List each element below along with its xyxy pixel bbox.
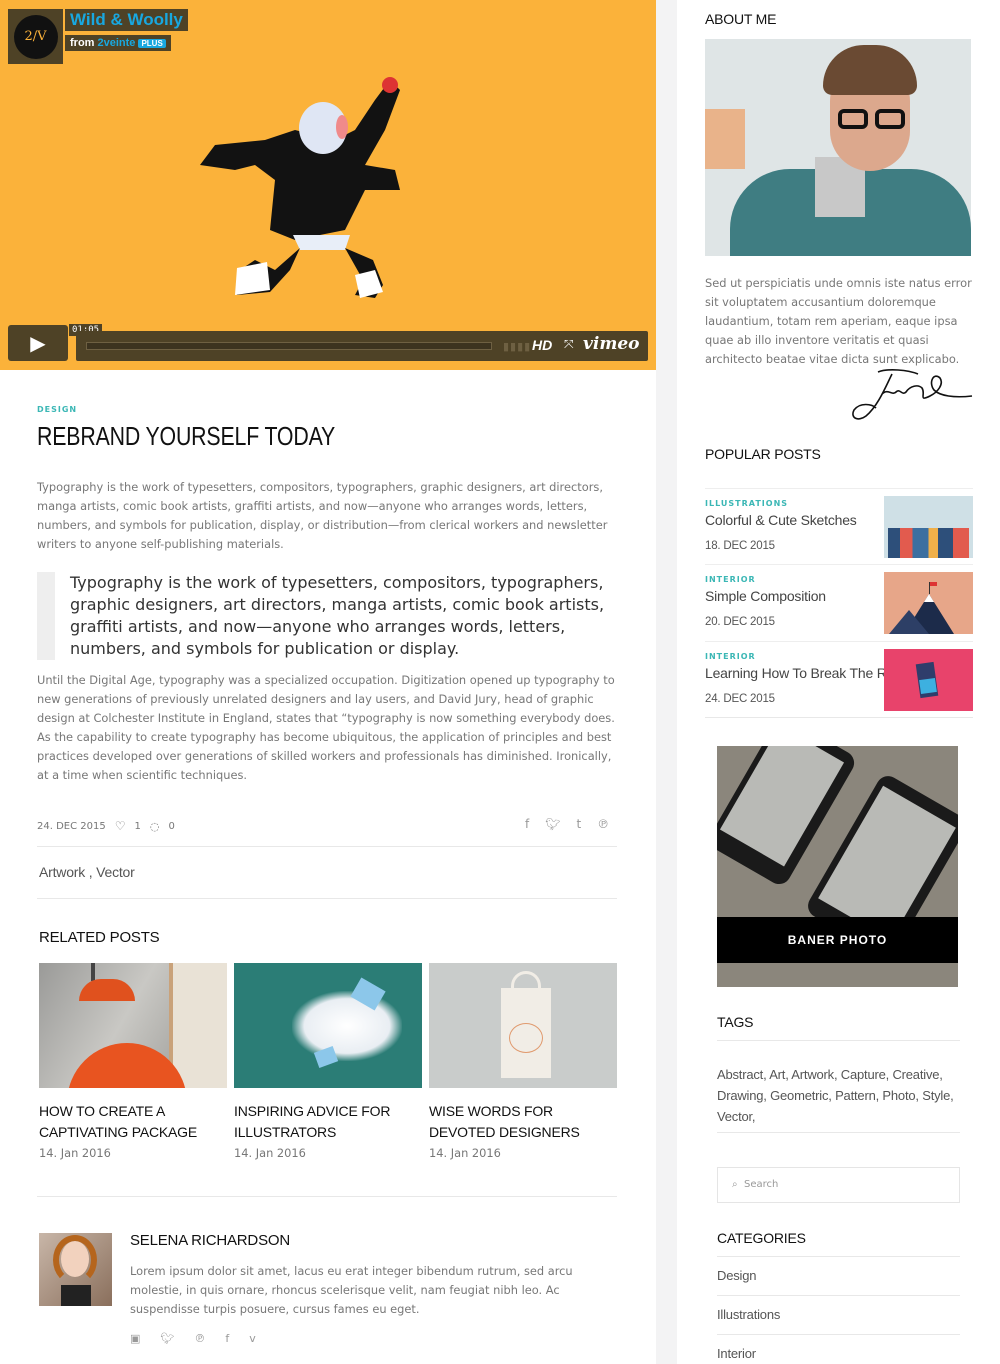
related-posts-heading: RELATED POSTS bbox=[39, 929, 160, 946]
popular-post-title[interactable]: Simple Composition bbox=[705, 588, 826, 604]
banner-label[interactable]: BANER PHOTO bbox=[717, 917, 958, 963]
divider bbox=[37, 898, 617, 899]
pinterest-icon[interactable]: ℗ bbox=[194, 1332, 205, 1345]
about-heading: ABOUT ME bbox=[705, 11, 777, 27]
video-controls: ▮▮▮▮ HD ⤧ vimeo bbox=[76, 331, 648, 361]
divider bbox=[37, 1196, 617, 1197]
category-link[interactable]: Illustrations bbox=[717, 1307, 780, 1322]
share-icons: f 🐦︎ t ℗ bbox=[525, 817, 609, 831]
divider bbox=[717, 1334, 960, 1335]
categories-heading: CATEGORIES bbox=[717, 1230, 806, 1246]
pinterest-icon[interactable]: ℗ bbox=[597, 817, 609, 831]
plus-badge: PLUS bbox=[138, 39, 166, 48]
popular-post[interactable]: ILLUSTRATIONS Colorful & Cute Sketches 1… bbox=[705, 488, 973, 565]
channel-logo-text: 2/V bbox=[13, 14, 58, 59]
tag-cloud[interactable]: Abstract, Art, Artwork, Capture, Creativ… bbox=[717, 1064, 957, 1127]
search-icon: ⌕ bbox=[732, 1179, 738, 1190]
search-placeholder: Search bbox=[743, 1179, 779, 1190]
comment-icon[interactable]: ◌ bbox=[150, 820, 160, 833]
divider bbox=[717, 1040, 960, 1041]
heart-icon[interactable]: ♡ bbox=[115, 819, 126, 833]
category-link[interactable]: Interior bbox=[717, 1346, 756, 1361]
related-post-image[interactable] bbox=[39, 963, 227, 1088]
signature bbox=[852, 369, 973, 420]
related-post[interactable]: HOW TO CREATE A CAPTIVATING PACKAGE 14. … bbox=[39, 963, 227, 1160]
popular-post-title[interactable]: Learning How To Break The Rules bbox=[705, 665, 912, 681]
divider bbox=[717, 1256, 960, 1257]
author-name[interactable]: SELENA RICHARDSON bbox=[130, 1232, 290, 1249]
video-player[interactable]: 2/V Wild & Woolly from 2veinte PLUS ▶ 01:… bbox=[0, 0, 656, 370]
video-illustration bbox=[200, 77, 400, 298]
popular-post-date: 20. DEC 2015 bbox=[705, 616, 775, 628]
search-input[interactable]: ⌕ Search bbox=[717, 1167, 960, 1203]
blockquote: Typography is the work of typesetters, c… bbox=[37, 572, 615, 660]
related-post-image[interactable] bbox=[429, 963, 617, 1088]
related-post-image[interactable] bbox=[234, 963, 422, 1088]
post-title: REBRAND YOURSELF TODAY bbox=[37, 421, 336, 451]
popular-posts-heading: POPULAR POSTS bbox=[705, 446, 821, 462]
instagram-icon[interactable]: ▣ bbox=[130, 1332, 140, 1345]
vimeo-icon[interactable]: v bbox=[249, 1332, 256, 1345]
author-avatar[interactable] bbox=[39, 1233, 112, 1306]
popular-post-date: 18. DEC 2015 bbox=[705, 540, 775, 552]
facebook-icon[interactable]: f bbox=[225, 1332, 229, 1345]
play-icon: ▶ bbox=[30, 331, 46, 355]
related-post[interactable]: WISE WORDS FOR DEVOTED DESIGNERS 14. Jan… bbox=[429, 963, 617, 1160]
about-photo bbox=[705, 39, 971, 256]
tags-heading: TAGS bbox=[717, 1014, 754, 1030]
popular-post-category[interactable]: INTERIOR bbox=[705, 652, 756, 661]
popular-post[interactable]: INTERIOR Simple Composition 20. DEC 2015 bbox=[705, 564, 973, 641]
twitter-icon[interactable]: 🐦︎ bbox=[545, 817, 560, 831]
twitter-icon[interactable]: 🐦︎ bbox=[160, 1332, 174, 1345]
progress-bar[interactable] bbox=[86, 342, 492, 350]
post-date: 24. DEC 2015 bbox=[37, 820, 106, 832]
related-post-title[interactable]: HOW TO CREATE A CAPTIVATING PACKAGE bbox=[39, 1101, 227, 1143]
facebook-icon[interactable]: f bbox=[525, 817, 529, 831]
vimeo-logo[interactable]: vimeo bbox=[583, 334, 639, 354]
author-bio: Lorem ipsum dolor sit amet, lacus eu era… bbox=[130, 1264, 573, 1316]
popular-post-date: 24. DEC 2015 bbox=[705, 693, 775, 705]
video-title[interactable]: Wild & Woolly bbox=[65, 9, 188, 31]
popular-post-thumbnail[interactable] bbox=[884, 496, 973, 558]
channel-link[interactable]: 2veinte bbox=[98, 37, 136, 49]
popular-post-category[interactable]: ILLUSTRATIONS bbox=[705, 499, 788, 508]
tumblr-icon[interactable]: t bbox=[576, 817, 581, 831]
related-post[interactable]: INSPIRING ADVICE FOR ILLUSTRATORS 14. Ja… bbox=[234, 963, 422, 1160]
comment-count: 0 bbox=[168, 820, 175, 832]
related-post-date: 14. Jan 2016 bbox=[39, 1146, 111, 1160]
related-post-title[interactable]: INSPIRING ADVICE FOR ILLUSTRATORS bbox=[234, 1101, 422, 1143]
related-post-date: 14. Jan 2016 bbox=[429, 1146, 501, 1160]
popular-post-category[interactable]: INTERIOR bbox=[705, 575, 756, 584]
popular-post-thumbnail[interactable] bbox=[884, 572, 973, 634]
divider bbox=[717, 1295, 960, 1296]
author-social-icons: ▣ 🐦︎ ℗ f v bbox=[130, 1332, 256, 1345]
popular-post[interactable]: INTERIOR Learning How To Break The Rules… bbox=[705, 641, 973, 718]
play-button[interactable]: ▶ bbox=[8, 325, 68, 361]
from-label: from bbox=[70, 37, 95, 49]
related-post-title[interactable]: WISE WORDS FOR DEVOTED DESIGNERS bbox=[429, 1101, 617, 1143]
like-count: 1 bbox=[134, 820, 141, 832]
post-tags[interactable]: Artwork , Vector bbox=[39, 864, 135, 880]
post-category[interactable]: DESIGN bbox=[37, 405, 77, 414]
divider bbox=[705, 717, 973, 718]
channel-logo[interactable]: 2/V bbox=[8, 9, 63, 64]
video-byline: from 2veinte PLUS bbox=[65, 35, 171, 51]
divider bbox=[717, 1132, 960, 1133]
popular-post-thumbnail[interactable] bbox=[884, 649, 973, 711]
popular-post-title[interactable]: Colorful & Cute Sketches bbox=[705, 512, 857, 528]
post-meta: 24. DEC 2015 ♡ 1 ◌ 0 bbox=[37, 819, 175, 833]
divider bbox=[37, 846, 617, 847]
volume-icon[interactable]: ▮▮▮▮ bbox=[503, 340, 531, 353]
hd-button[interactable]: HD bbox=[532, 337, 552, 353]
category-link[interactable]: Design bbox=[717, 1268, 756, 1283]
post-paragraph: Typography is the work of typesetters, c… bbox=[37, 480, 608, 551]
post-paragraph: Until the Digital Age, typography was a … bbox=[37, 673, 615, 782]
banner-photo[interactable]: BANER PHOTO bbox=[717, 746, 958, 987]
fullscreen-icon[interactable]: ⤧ bbox=[564, 337, 574, 352]
video-header: 2/V Wild & Woolly from 2veinte PLUS bbox=[8, 9, 188, 64]
about-text: Sed ut perspiciatis unde omnis iste natu… bbox=[705, 276, 972, 366]
related-post-date: 14. Jan 2016 bbox=[234, 1146, 306, 1160]
